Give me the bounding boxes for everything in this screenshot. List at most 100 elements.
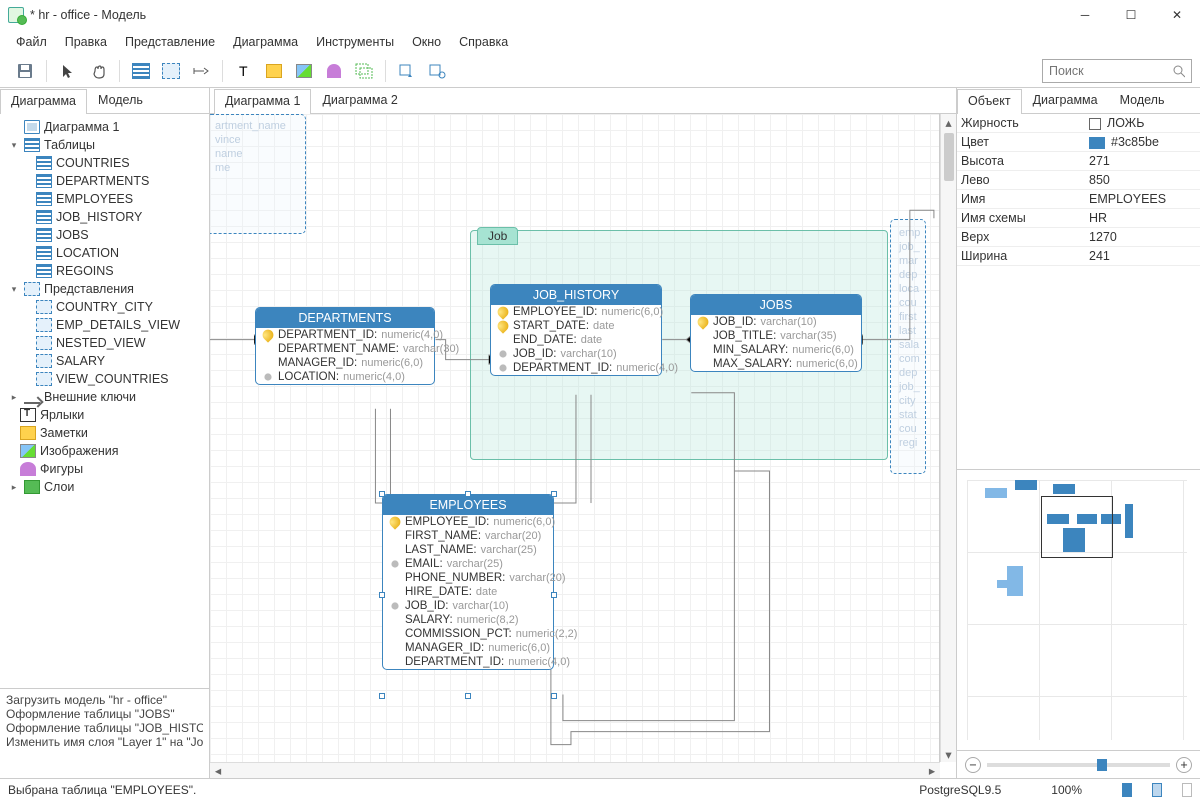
entity-column[interactable]: SALARY: numeric(8,2) bbox=[383, 613, 553, 627]
left-tab-model[interactable]: Модель bbox=[87, 88, 154, 113]
property-row[interactable]: ИмяEMPLOYEES bbox=[957, 190, 1200, 209]
search-box[interactable] bbox=[1042, 59, 1192, 83]
entity-column[interactable]: JOB_TITLE: varchar(35) bbox=[691, 329, 861, 343]
entity-column[interactable]: EMPLOYEE_ID: numeric(6,0) bbox=[383, 515, 553, 529]
entity-column[interactable]: HIRE_DATE: date bbox=[383, 585, 553, 599]
scroll-down-icon[interactable]: ▾ bbox=[941, 746, 957, 762]
entity-column[interactable]: LOCATION: numeric(4,0) bbox=[256, 370, 434, 384]
entity-column[interactable]: JOB_ID: varchar(10) bbox=[491, 347, 661, 361]
tree-view-item[interactable]: VIEW_COUNTRIES bbox=[0, 370, 209, 388]
entity-job-history[interactable]: JOB_HISTORYEMPLOYEE_ID: numeric(6,0)STAR… bbox=[490, 284, 662, 376]
entity-column[interactable]: LAST_NAME: varchar(25) bbox=[383, 543, 553, 557]
minimap[interactable] bbox=[957, 469, 1200, 750]
entity-column[interactable]: JOB_ID: varchar(10) bbox=[691, 315, 861, 329]
entity-column[interactable]: MANAGER_ID: numeric(6,0) bbox=[256, 356, 434, 370]
tree-diagram-root[interactable]: Диаграмма 1 bbox=[0, 118, 209, 136]
tree-images-group[interactable]: Изображения bbox=[0, 442, 209, 460]
diagram-canvas[interactable]: artment_name vince name me empjob_mardep… bbox=[210, 114, 956, 778]
property-row[interactable]: Имя схемыHR bbox=[957, 209, 1200, 228]
note-tool[interactable] bbox=[261, 58, 287, 84]
object-tree[interactable]: Диаграмма 1 ▾ Таблицы COUNTRIESDEPARTMEN… bbox=[0, 114, 209, 688]
tree-table-item[interactable]: JOB_HISTORY bbox=[0, 208, 209, 226]
tree-shapes-group[interactable]: Фигуры bbox=[0, 460, 209, 478]
canvas-tab-1[interactable]: Диаграмма 1 bbox=[214, 89, 311, 114]
vertical-scrollbar[interactable]: ▴ ▾ bbox=[940, 114, 956, 762]
menu-diagram[interactable]: Диаграмма bbox=[225, 32, 306, 52]
chevron-down-icon[interactable]: ▾ bbox=[8, 283, 20, 295]
pan-tool[interactable] bbox=[85, 58, 111, 84]
entity-column[interactable]: COMMISSION_PCT: numeric(2,2) bbox=[383, 627, 553, 641]
property-value[interactable]: ЛОЖЬ bbox=[1089, 116, 1144, 130]
relation-tool[interactable] bbox=[188, 58, 214, 84]
right-tab-diagram[interactable]: Диаграмма bbox=[1022, 88, 1109, 113]
layer-tool[interactable] bbox=[351, 58, 377, 84]
menu-window[interactable]: Окно bbox=[404, 32, 449, 52]
property-row[interactable]: Высота271 bbox=[957, 152, 1200, 171]
horizontal-scrollbar[interactable]: ◂ ▸ bbox=[210, 762, 940, 778]
right-tab-object[interactable]: Объект bbox=[957, 89, 1022, 114]
entity-column[interactable]: MANAGER_ID: numeric(6,0) bbox=[383, 641, 553, 655]
scroll-up-icon[interactable]: ▴ bbox=[941, 114, 957, 130]
maximize-button[interactable]: ☐ bbox=[1108, 0, 1154, 30]
property-row[interactable]: Цвет#3c85be bbox=[957, 133, 1200, 152]
entity-departments[interactable]: DEPARTMENTSDEPARTMENT_ID: numeric(4,0)DE… bbox=[255, 307, 435, 385]
right-tab-model[interactable]: Модель bbox=[1109, 88, 1176, 113]
canvas-tab-2[interactable]: Диаграмма 2 bbox=[311, 88, 408, 113]
entity-column[interactable]: JOB_ID: varchar(10) bbox=[383, 599, 553, 613]
entity-column[interactable]: END_DATE: date bbox=[491, 333, 661, 347]
zoom-in-button[interactable]: + bbox=[1176, 757, 1192, 773]
entity-column[interactable]: MIN_SALARY: numeric(6,0) bbox=[691, 343, 861, 357]
property-row[interactable]: ЖирностьЛОЖЬ bbox=[957, 114, 1200, 133]
entity-column[interactable]: DEPARTMENT_NAME: varchar(30) bbox=[256, 342, 434, 356]
zoom-slider[interactable] bbox=[987, 763, 1170, 767]
property-row[interactable]: Ширина241 bbox=[957, 247, 1200, 266]
property-row[interactable]: Лево850 bbox=[957, 171, 1200, 190]
tree-views-group[interactable]: ▾ Представления bbox=[0, 280, 209, 298]
property-value[interactable]: 1270 bbox=[1089, 230, 1117, 244]
view-tool[interactable] bbox=[158, 58, 184, 84]
layout-mode-2[interactable] bbox=[1152, 783, 1162, 797]
export-button[interactable] bbox=[424, 58, 450, 84]
entity-column[interactable]: MAX_SALARY: numeric(6,0) bbox=[691, 357, 861, 371]
tree-view-item[interactable]: NESTED_VIEW bbox=[0, 334, 209, 352]
chevron-right-icon[interactable]: ▸ bbox=[8, 481, 20, 493]
search-input[interactable] bbox=[1049, 64, 1172, 78]
minimize-button[interactable]: ─ bbox=[1062, 0, 1108, 30]
entity-column[interactable]: DEPARTMENT_ID: numeric(4,0) bbox=[491, 361, 661, 375]
import-button[interactable] bbox=[394, 58, 420, 84]
tree-table-item[interactable]: JOBS bbox=[0, 226, 209, 244]
tree-fk-group[interactable]: ▸ Внешние ключи bbox=[0, 388, 209, 406]
tree-view-item[interactable]: COUNTRY_CITY bbox=[0, 298, 209, 316]
image-tool[interactable] bbox=[291, 58, 317, 84]
tree-notes-group[interactable]: Заметки bbox=[0, 424, 209, 442]
scroll-left-icon[interactable]: ◂ bbox=[210, 763, 226, 779]
chevron-down-icon[interactable]: ▾ bbox=[8, 139, 20, 151]
close-button[interactable]: ✕ bbox=[1154, 0, 1200, 30]
entity-jobs[interactable]: JOBSJOB_ID: varchar(10)JOB_TITLE: varcha… bbox=[690, 294, 862, 372]
tree-layers-group[interactable]: ▸ Слои bbox=[0, 478, 209, 496]
text-tool[interactable]: T bbox=[231, 58, 257, 84]
entity-column[interactable]: DEPARTMENT_ID: numeric(4,0) bbox=[256, 328, 434, 342]
property-value[interactable]: 850 bbox=[1089, 173, 1110, 187]
tree-table-item[interactable]: LOCATION bbox=[0, 244, 209, 262]
shape-tool[interactable] bbox=[321, 58, 347, 84]
ghost-entity-left[interactable]: artment_name vince name me bbox=[210, 114, 306, 234]
menu-help[interactable]: Справка bbox=[451, 32, 516, 52]
tree-tables-group[interactable]: ▾ Таблицы bbox=[0, 136, 209, 154]
property-value[interactable]: EMPLOYEES bbox=[1089, 192, 1166, 206]
zoom-out-button[interactable]: − bbox=[965, 757, 981, 773]
tree-table-item[interactable]: REGOINS bbox=[0, 262, 209, 280]
save-button[interactable] bbox=[12, 58, 38, 84]
left-tab-diagram[interactable]: Диаграмма bbox=[0, 89, 87, 114]
entity-employees[interactable]: EMPLOYEESEMPLOYEE_ID: numeric(6,0)FIRST_… bbox=[382, 494, 554, 670]
entity-column[interactable]: EMAIL: varchar(25) bbox=[383, 557, 553, 571]
entity-column[interactable]: PHONE_NUMBER: varchar(20) bbox=[383, 571, 553, 585]
tree-view-item[interactable]: EMP_DETAILS_VIEW bbox=[0, 316, 209, 334]
entity-column[interactable]: EMPLOYEE_ID: numeric(6,0) bbox=[491, 305, 661, 319]
menu-tools[interactable]: Инструменты bbox=[308, 32, 402, 52]
layout-mode-3[interactable] bbox=[1182, 783, 1192, 797]
tree-table-item[interactable]: COUNTRIES bbox=[0, 154, 209, 172]
property-value[interactable]: 241 bbox=[1089, 249, 1110, 263]
entity-column[interactable]: FIRST_NAME: varchar(20) bbox=[383, 529, 553, 543]
pointer-tool[interactable] bbox=[55, 58, 81, 84]
